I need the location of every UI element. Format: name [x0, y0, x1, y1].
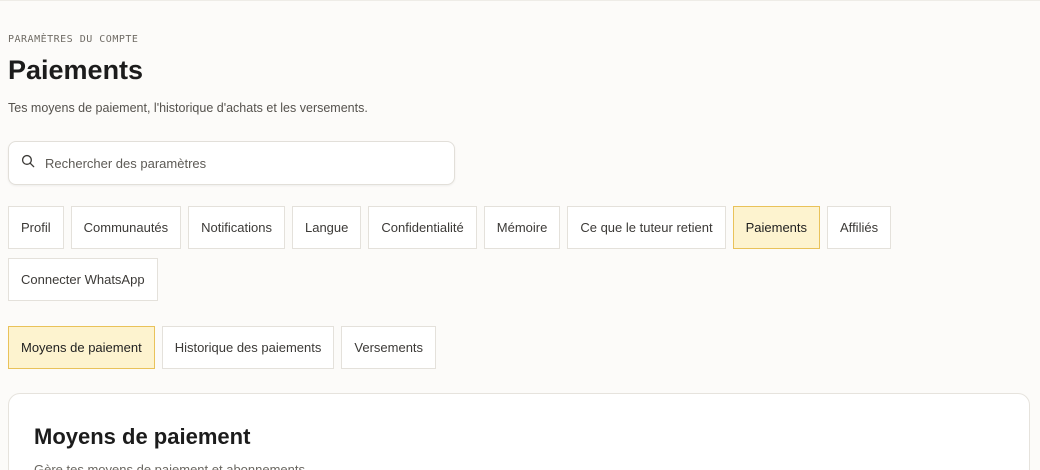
page-subtitle: Tes moyens de paiement, l'historique d'a… — [8, 101, 368, 115]
search-icon — [21, 154, 35, 173]
payment-subtabs: Moyens de paiement Historique des paieme… — [8, 326, 437, 369]
settings-search-input[interactable]: Rechercher des paramètres — [8, 141, 455, 185]
subtab-versements[interactable]: Versements — [341, 326, 437, 369]
subtab-historique-paiements[interactable]: Historique des paiements — [161, 326, 335, 369]
settings-tabs-row-2: Connecter WhatsApp — [8, 258, 158, 301]
top-divider — [0, 0, 1040, 1]
tab-memoire[interactable]: Mémoire — [483, 206, 561, 249]
page-title: Paiements — [8, 55, 144, 85]
tab-communautes[interactable]: Communautés — [70, 206, 182, 249]
subtab-moyens-de-paiement[interactable]: Moyens de paiement — [8, 326, 155, 369]
search-placeholder: Rechercher des paramètres — [45, 155, 207, 171]
card-title: Moyens de paiement — [34, 424, 251, 449]
tab-tuteur-retient[interactable]: Ce que le tuteur retient — [567, 206, 726, 249]
tab-connecter-whatsapp[interactable]: Connecter WhatsApp — [8, 258, 158, 301]
tab-langue[interactable]: Langue — [291, 206, 362, 249]
tab-affilies[interactable]: Affiliés — [827, 206, 892, 249]
payment-methods-card: Moyens de paiement Gère tes moyens de pa… — [8, 393, 1030, 470]
tab-notifications[interactable]: Notifications — [188, 206, 285, 249]
settings-tabs-row-1: Profil Communautés Notifications Langue … — [8, 206, 892, 249]
card-subtitle: Gère tes moyens de paiement et abonnemen… — [34, 462, 309, 470]
section-eyebrow: PARAMÈTRES DU COMPTE — [8, 34, 139, 45]
tab-profil[interactable]: Profil — [8, 206, 64, 249]
tab-paiements[interactable]: Paiements — [732, 206, 821, 249]
tab-confidentialite[interactable]: Confidentialité — [368, 206, 477, 249]
